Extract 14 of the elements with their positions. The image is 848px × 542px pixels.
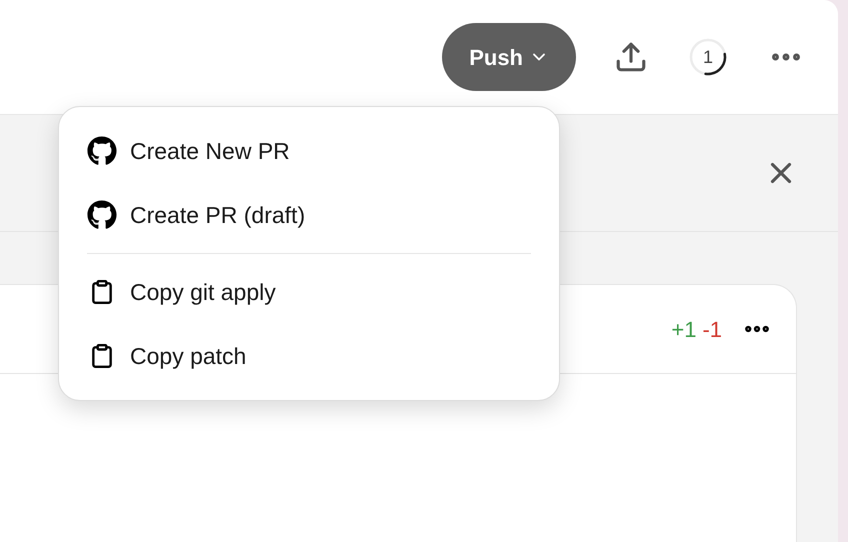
additions-count: +1: [671, 316, 696, 344]
menu-item[interactable]: Create New PR: [87, 119, 531, 183]
progress-count: 1: [702, 46, 713, 68]
menu-item[interactable]: Copy git apply: [87, 260, 531, 324]
deletions-count: -1: [702, 316, 722, 344]
push-button[interactable]: Push: [442, 23, 576, 91]
menu-item[interactable]: Copy patch: [87, 324, 531, 388]
clipboard-icon: [89, 343, 115, 369]
clipboard-icon: [89, 279, 115, 305]
progress-ring[interactable]: 1: [686, 35, 730, 79]
github-icon: [87, 200, 117, 230]
github-icon: [87, 136, 117, 166]
upload-icon[interactable]: [614, 40, 648, 74]
menu-item[interactable]: Create PR (draft): [87, 183, 531, 247]
